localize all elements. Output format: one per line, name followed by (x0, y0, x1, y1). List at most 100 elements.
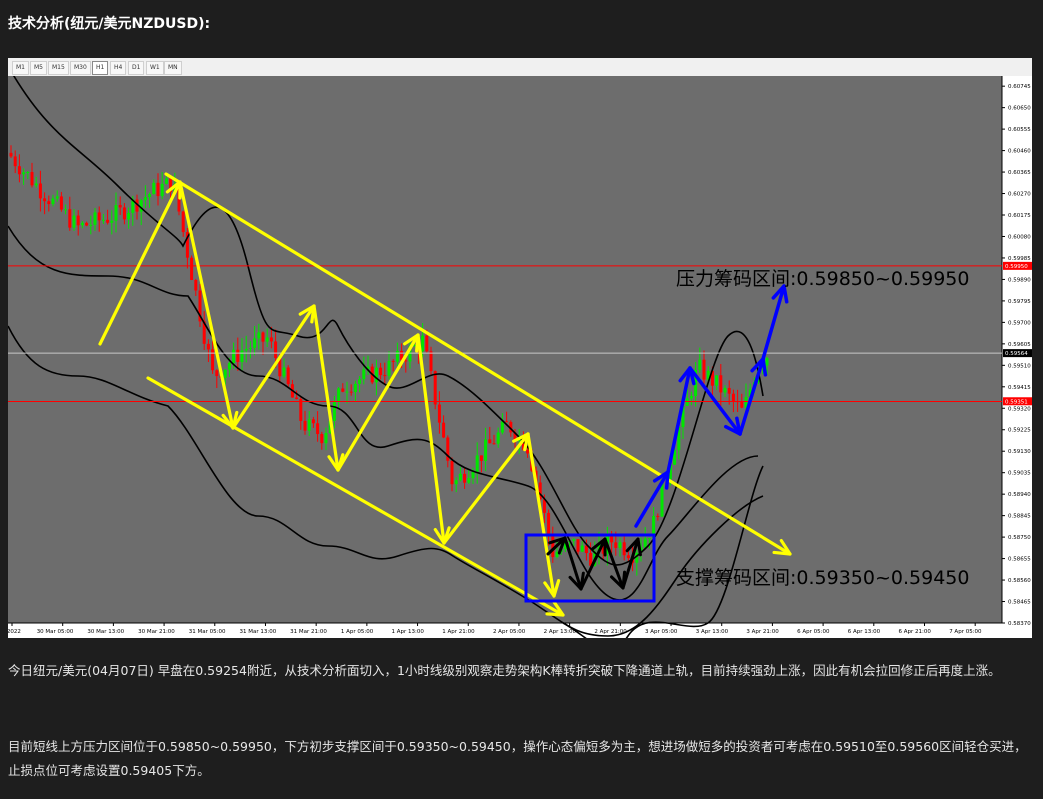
candle-body (240, 350, 244, 362)
y-tick-label: 0.59225 (1008, 428, 1031, 434)
candle-body (101, 219, 105, 221)
candle-body (471, 471, 475, 479)
candle-body (576, 539, 580, 552)
candle-body (358, 379, 362, 384)
candle-body (232, 349, 236, 364)
timeframe-m5-button[interactable]: M5 (30, 61, 47, 75)
candle-body (22, 172, 26, 175)
timeframe-h1-button[interactable]: H1 (92, 61, 109, 75)
candle-body (143, 197, 147, 201)
candle-body (643, 538, 647, 548)
candle-body (610, 536, 614, 543)
x-tick-label: 2 Apr 13:00 (544, 629, 577, 635)
candle-body (164, 178, 168, 184)
candle-body (496, 432, 500, 444)
candle-body (458, 473, 462, 481)
y-tick-label: 0.59985 (1008, 256, 1031, 262)
candle-body (626, 555, 630, 559)
candle-body (479, 455, 483, 461)
x-tick-label: 3 Apr 13:00 (696, 629, 729, 635)
candle-body (349, 391, 353, 393)
x-tick-label: 31 Mar 21:00 (290, 629, 327, 635)
y-tick-label: 0.60555 (1008, 127, 1031, 133)
x-tick-label: 1 Apr 13:00 (392, 629, 425, 635)
x-tick-label: 31 Mar 05:00 (189, 629, 226, 635)
y-tick-label: 0.59415 (1008, 385, 1031, 391)
candle-body (26, 172, 30, 174)
candle-body (299, 399, 303, 421)
candle-body (500, 421, 504, 433)
candle-body (68, 209, 72, 228)
candle-body (433, 371, 437, 405)
candle-body (542, 499, 546, 513)
y-tick-label: 0.60270 (1008, 192, 1031, 198)
y-tick-label: 0.59890 (1008, 277, 1031, 283)
candle-body (332, 402, 336, 421)
candle-body (223, 369, 227, 378)
candle-body (89, 224, 93, 226)
candle-body (551, 534, 555, 558)
x-tick-label: 1 Apr 21:00 (442, 629, 475, 635)
y-tick-label: 0.58370 (1008, 621, 1031, 627)
candle-body (206, 343, 210, 350)
support-zone-label: 支撑筹码区间:0.59350~0.59450 (676, 567, 969, 589)
candle-body (148, 194, 152, 198)
price-tag-label: 0.59950 (1005, 264, 1028, 270)
candle-body (437, 404, 441, 423)
x-tick-label: 2 Apr 05:00 (493, 629, 526, 635)
x-tick-label: 3 Apr 21:00 (746, 629, 779, 635)
plot-background (8, 76, 1002, 623)
candle-body (614, 542, 618, 548)
candle-body (160, 183, 164, 197)
candle-body (572, 539, 576, 541)
timeframe-d1-button[interactable]: D1 (128, 61, 145, 75)
x-tick-label: 6 Apr 21:00 (898, 629, 931, 635)
price-chart: M1 M5 M15 M30 H1 H4 D1 W1 MN 0.60745 0.60650 0.605… (8, 58, 1032, 638)
candle-body (282, 367, 286, 377)
page-title: 技术分析(纽元/美元NZDUSD): (8, 16, 211, 32)
candle-body (618, 542, 622, 548)
timeframe-h4-button[interactable]: H4 (110, 61, 127, 75)
candle-body (38, 183, 42, 199)
candle-body (85, 222, 89, 226)
timeframe-m15-button[interactable]: M15 (48, 61, 69, 75)
candle-body (454, 480, 458, 485)
candle-body (93, 212, 97, 225)
x-tick-label: 1 Apr 05:00 (341, 629, 374, 635)
candle-body (362, 369, 366, 380)
timeframe-mn-button[interactable]: MN (164, 61, 182, 75)
candle-body (97, 212, 101, 221)
candle-body (320, 434, 324, 444)
candle-body (248, 347, 252, 349)
candle-body (43, 198, 47, 202)
candle-body (64, 209, 68, 211)
candle-body (723, 387, 727, 393)
candle-body (740, 401, 744, 408)
y-tick-label: 0.59605 (1008, 342, 1031, 348)
candle-body (404, 360, 408, 362)
x-tick-label: 30 Mar 21:00 (138, 629, 175, 635)
candle-body (442, 422, 446, 438)
candle-body (324, 433, 328, 444)
candle-body (17, 166, 21, 175)
candle-body (488, 439, 492, 444)
y-tick-label: 0.59035 (1008, 471, 1031, 477)
y-tick-label: 0.60175 (1008, 213, 1031, 219)
candle-body (265, 337, 269, 342)
candle-body (547, 512, 551, 535)
candle-body (383, 375, 387, 377)
candle-body (118, 205, 122, 208)
y-tick-label: 0.58750 (1008, 535, 1031, 541)
candle-body (689, 395, 693, 399)
candle-body (194, 280, 198, 291)
timeframe-m1-button[interactable]: M1 (12, 61, 29, 75)
x-tick-label: 3 Apr 05:00 (645, 629, 678, 635)
candle-body (51, 198, 55, 205)
candle-body (467, 478, 471, 483)
timeframe-w1-button[interactable]: W1 (146, 61, 164, 75)
y-tick-label: 0.58560 (1008, 578, 1031, 584)
y-tick-label: 0.58465 (1008, 600, 1031, 606)
timeframe-m30-button[interactable]: M30 (70, 61, 91, 75)
candle-body (580, 545, 584, 552)
candle-body (295, 397, 299, 400)
